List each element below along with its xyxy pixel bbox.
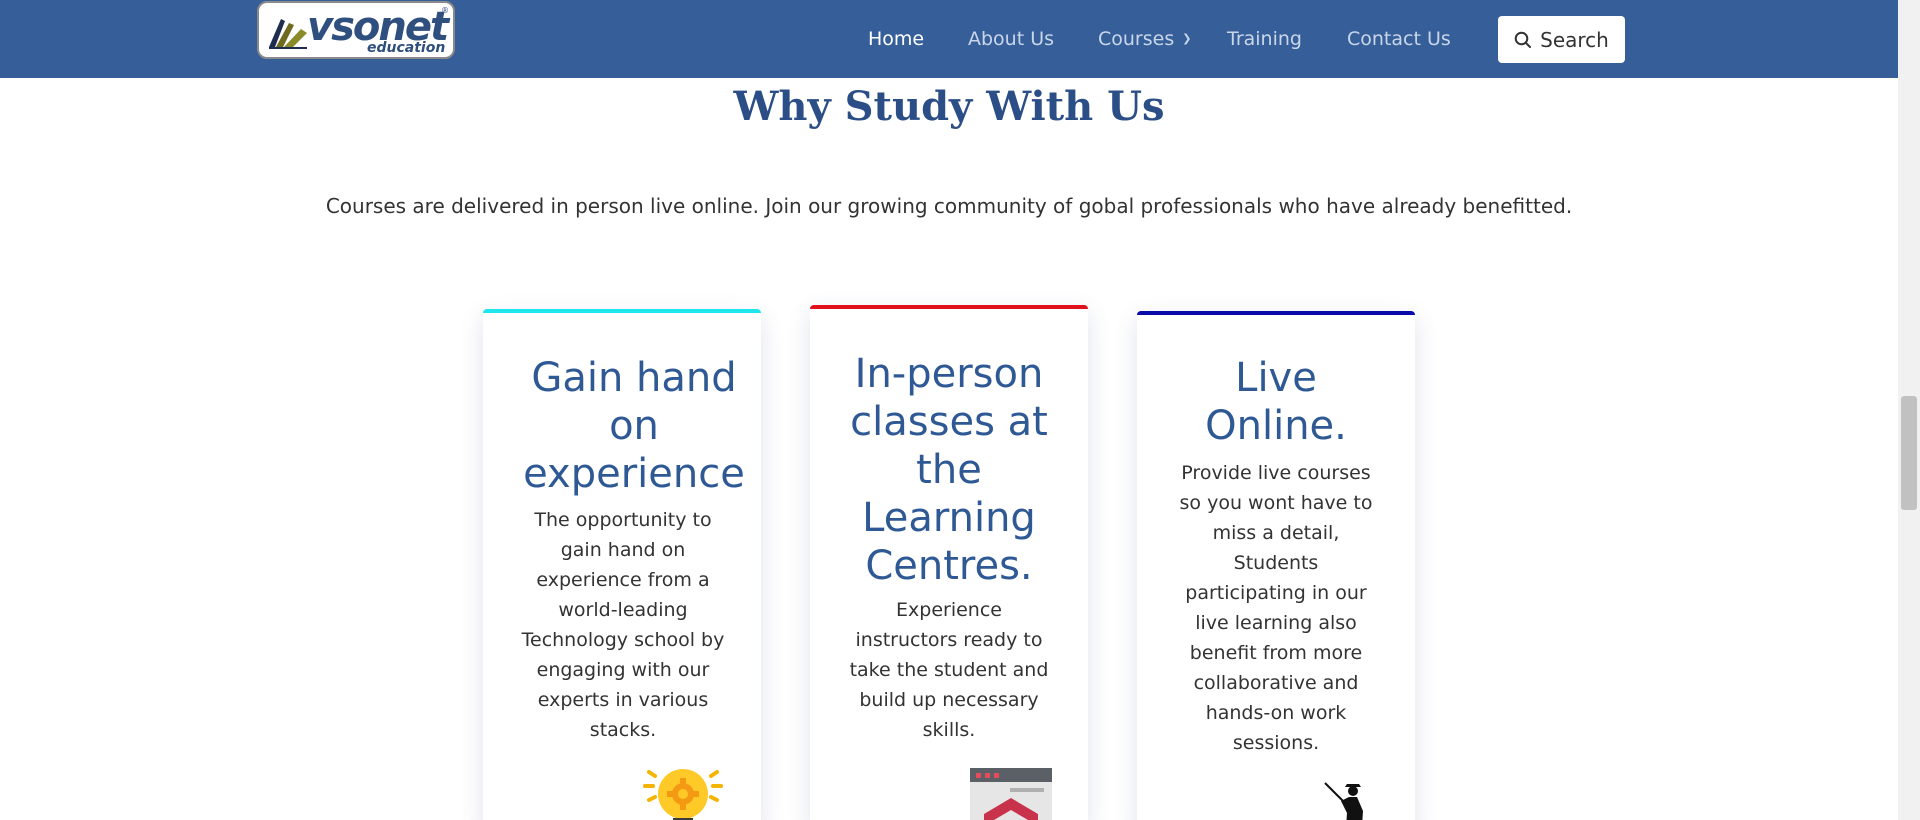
search-button[interactable]: Search (1498, 16, 1625, 63)
chevron-down-icon: ❯ (1182, 32, 1192, 45)
search-icon (1514, 31, 1532, 48)
teacher-pointer-icon (1324, 782, 1363, 820)
feature-card-live-online: Live Online. Provide live courses so you… (1137, 311, 1415, 820)
card-text: Provide live courses so you wont have to… (1179, 462, 1373, 754)
nav-courses[interactable]: Courses ❯ (1098, 26, 1191, 52)
card-text: The opportunity to gain hand on experien… (521, 509, 725, 741)
section-subtitle: Courses are delivered in person live onl… (325, 194, 1573, 218)
card-text: Experience instructors ready to take the… (849, 599, 1049, 741)
card-title: Gain hand on experience (523, 355, 745, 497)
nav-about-us[interactable]: About Us (968, 26, 1054, 52)
logo-registered: ® (441, 6, 449, 15)
card-title: Live Online. (1205, 355, 1347, 449)
card-title: In-person classes at the Learning Centre… (850, 351, 1048, 589)
lightbulb-gear-icon (643, 769, 723, 820)
nav-home[interactable]: Home (868, 26, 924, 52)
site-header: vsonet education ® Home About Us Courses… (0, 0, 1898, 78)
nav-courses-label: Courses (1098, 28, 1175, 50)
search-label: Search (1540, 27, 1609, 52)
nav-contact-us[interactable]: Contact Us (1347, 26, 1451, 52)
nav-training[interactable]: Training (1227, 26, 1302, 52)
building-icon (970, 768, 1052, 820)
feature-card-in-person: In-person classes at the Learning Centre… (810, 305, 1088, 820)
scrollbar-thumb[interactable] (1901, 396, 1917, 510)
section-title: Why Study With Us (733, 83, 1165, 130)
feature-card-hands-on: Gain hand on experience The opportunity … (483, 309, 761, 820)
